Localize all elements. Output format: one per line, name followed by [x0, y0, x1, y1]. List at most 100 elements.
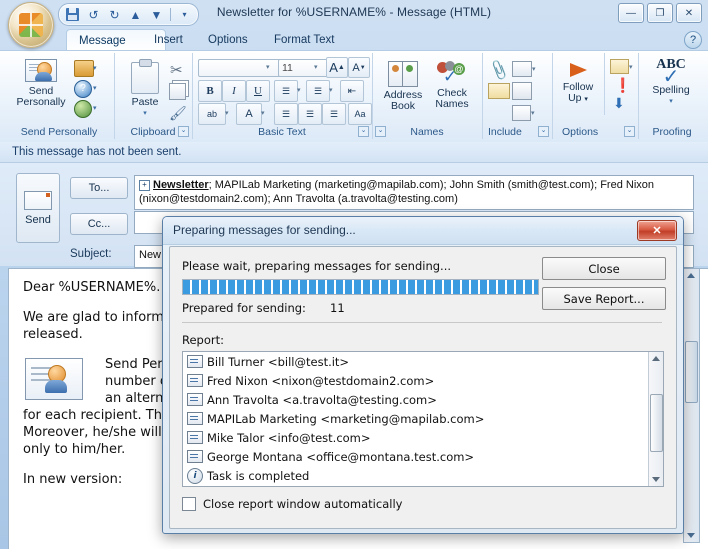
- send-personally-settings-icon[interactable]: [74, 60, 94, 77]
- tab-format-text[interactable]: Format Text: [262, 29, 347, 51]
- numbering-dropdown-icon[interactable]: ▾: [329, 86, 333, 94]
- clipboard-dialog-launcher[interactable]: ⌄: [178, 126, 189, 137]
- align-center-button[interactable]: ☰: [298, 103, 322, 125]
- customize-qat-icon[interactable]: ▾: [177, 7, 192, 22]
- previous-item-icon[interactable]: ▲: [128, 7, 143, 22]
- next-item-icon[interactable]: ▼: [149, 7, 164, 22]
- high-importance-icon[interactable]: ❗: [614, 78, 631, 92]
- low-importance-icon[interactable]: ⬇: [613, 96, 625, 110]
- report-list-item[interactable]: Fred Nixon <nixon@testdomain2.com>: [183, 371, 663, 390]
- bold-button[interactable]: B: [198, 80, 222, 102]
- body-line-2b: released.: [23, 327, 83, 342]
- minimize-button[interactable]: —: [618, 3, 644, 23]
- font-name-dropdown-icon[interactable]: ▾: [266, 63, 270, 71]
- save-icon[interactable]: [65, 7, 80, 22]
- bullets-dropdown-icon[interactable]: ▾: [297, 86, 301, 94]
- include-dialog-launcher[interactable]: ⌄: [538, 126, 549, 137]
- prepared-label: Prepared for sending:: [182, 301, 306, 315]
- shrink-font-button[interactable]: A ▼: [348, 57, 370, 78]
- send-personally-button[interactable]: Send Personally: [10, 59, 72, 108]
- tab-options[interactable]: Options: [196, 29, 260, 51]
- close-report-automatically-row[interactable]: Close report window automatically: [182, 497, 402, 511]
- check-names-button[interactable]: @ ✓ Check Names: [428, 61, 476, 110]
- cc-button[interactable]: Cc...: [70, 213, 128, 235]
- font-color-dropdown-icon[interactable]: ▾: [261, 109, 265, 117]
- report-list-item[interactable]: MAPILab Marketing <marketing@mapilab.com…: [183, 409, 663, 428]
- highlight-color-button[interactable]: ab: [198, 103, 226, 125]
- title-bar: Newsletter for %USERNAME% - Message (HTM…: [0, 0, 708, 28]
- report-list-item[interactable]: Mike Talor <info@test.com>: [183, 428, 663, 447]
- close-button[interactable]: ✕: [676, 3, 702, 23]
- scrollbar-thumb[interactable]: [685, 341, 698, 403]
- decrease-indent-button[interactable]: ⇤: [340, 80, 364, 102]
- font-color-button[interactable]: A: [236, 103, 262, 125]
- send-button[interactable]: Send: [16, 173, 60, 243]
- signature-dropdown-icon[interactable]: ▾: [531, 109, 535, 117]
- spelling-button[interactable]: ABC ✓ Spelling ▾: [642, 58, 700, 107]
- paste-button[interactable]: Paste ▾: [124, 59, 166, 119]
- send-personally-web-icon[interactable]: [74, 100, 92, 118]
- expand-group-icon[interactable]: +: [139, 180, 150, 191]
- office-button[interactable]: [8, 2, 54, 48]
- report-list-item[interactable]: George Montana <office@montana.test.com>: [183, 447, 663, 466]
- send-personally-web-arrow-icon[interactable]: ▾: [93, 104, 97, 112]
- attach-item-icon[interactable]: [488, 83, 510, 99]
- dialog-close-icon[interactable]: ✕: [637, 220, 677, 241]
- attach-file-icon[interactable]: 📎: [487, 58, 511, 81]
- info-bar: This message has not been sent.: [0, 142, 708, 163]
- calendar-icon[interactable]: [512, 82, 532, 100]
- options-dialog-launcher[interactable]: ⌄: [624, 126, 635, 137]
- basic-text-dialog-launcher[interactable]: ⌄: [358, 126, 369, 137]
- report-scrollbar[interactable]: [648, 352, 663, 486]
- grow-font-button[interactable]: A ▲: [326, 57, 348, 78]
- dialog-save-report-button[interactable]: Save Report...: [542, 287, 666, 310]
- font-size-input[interactable]: 11: [278, 59, 330, 77]
- align-right-button[interactable]: ☰: [322, 103, 346, 125]
- help-icon[interactable]: ?: [684, 31, 702, 49]
- business-card-dropdown-icon[interactable]: ▾: [532, 65, 536, 73]
- font-size-dropdown-icon[interactable]: ▾: [314, 63, 318, 71]
- scroll-down-arrow-icon[interactable]: [687, 533, 695, 538]
- report-list[interactable]: Bill Turner <bill@test.it> Fred Nixon <ni…: [182, 351, 664, 487]
- preparing-messages-dialog: Preparing messages for sending... ✕ Plea…: [162, 216, 684, 534]
- report-list-item[interactable]: i Task is completed: [183, 466, 663, 485]
- dialog-close-button[interactable]: Close: [542, 257, 666, 280]
- spelling-dropdown-icon[interactable]: ▾: [669, 96, 673, 107]
- names-dialog-launcher[interactable]: ⌄: [375, 126, 386, 137]
- underline-button[interactable]: U: [246, 80, 270, 102]
- permission-icon[interactable]: [610, 59, 629, 74]
- undo-icon[interactable]: ↺: [86, 7, 101, 22]
- report-scroll-down-arrow-icon[interactable]: [652, 477, 660, 482]
- business-card-icon[interactable]: [512, 61, 532, 77]
- to-field[interactable]: + Newsletter; MAPILab Marketing (marketin…: [134, 175, 694, 210]
- send-personally-settings-arrow-icon[interactable]: ▾: [93, 64, 97, 72]
- highlight-dropdown-icon[interactable]: ▾: [225, 109, 229, 117]
- send-personally-help-arrow-icon[interactable]: ▾: [93, 84, 97, 92]
- send-personally-help-icon[interactable]: ?: [74, 80, 92, 98]
- report-list-item[interactable]: Bill Turner <bill@test.it>: [183, 352, 663, 371]
- italic-button[interactable]: I: [222, 80, 246, 102]
- paste-dropdown-icon[interactable]: ▾: [143, 108, 147, 119]
- signature-icon[interactable]: [512, 105, 531, 121]
- redo-icon[interactable]: ↻: [107, 7, 122, 22]
- cut-icon[interactable]: ✂: [170, 61, 183, 79]
- align-left-button[interactable]: ☰: [274, 103, 298, 125]
- report-scroll-up-arrow-icon[interactable]: [652, 356, 660, 361]
- format-painter-icon[interactable]: 🖌: [169, 105, 187, 122]
- numbering-button[interactable]: ☰: [306, 80, 330, 102]
- copy-icon[interactable]: [169, 83, 186, 100]
- to-button[interactable]: To...: [70, 177, 128, 199]
- report-scrollbar-thumb[interactable]: [650, 394, 663, 452]
- clear-formatting-button[interactable]: Aa: [348, 103, 372, 125]
- maximize-button[interactable]: ❐: [647, 3, 673, 23]
- address-book-button[interactable]: Address Book: [378, 61, 428, 112]
- info-icon: i: [187, 467, 203, 484]
- follow-up-button[interactable]: Follow Up ▾: [556, 63, 600, 105]
- close-report-automatically-checkbox[interactable]: [182, 497, 196, 511]
- scroll-up-arrow-icon[interactable]: [687, 273, 695, 278]
- bullets-button[interactable]: ☰: [274, 80, 298, 102]
- permission-dropdown-icon[interactable]: ▾: [629, 63, 633, 71]
- body-scrollbar[interactable]: [683, 268, 700, 543]
- report-list-item[interactable]: Ann Travolta <a.travolta@testing.com>: [183, 390, 663, 409]
- tab-insert[interactable]: Insert: [142, 29, 195, 51]
